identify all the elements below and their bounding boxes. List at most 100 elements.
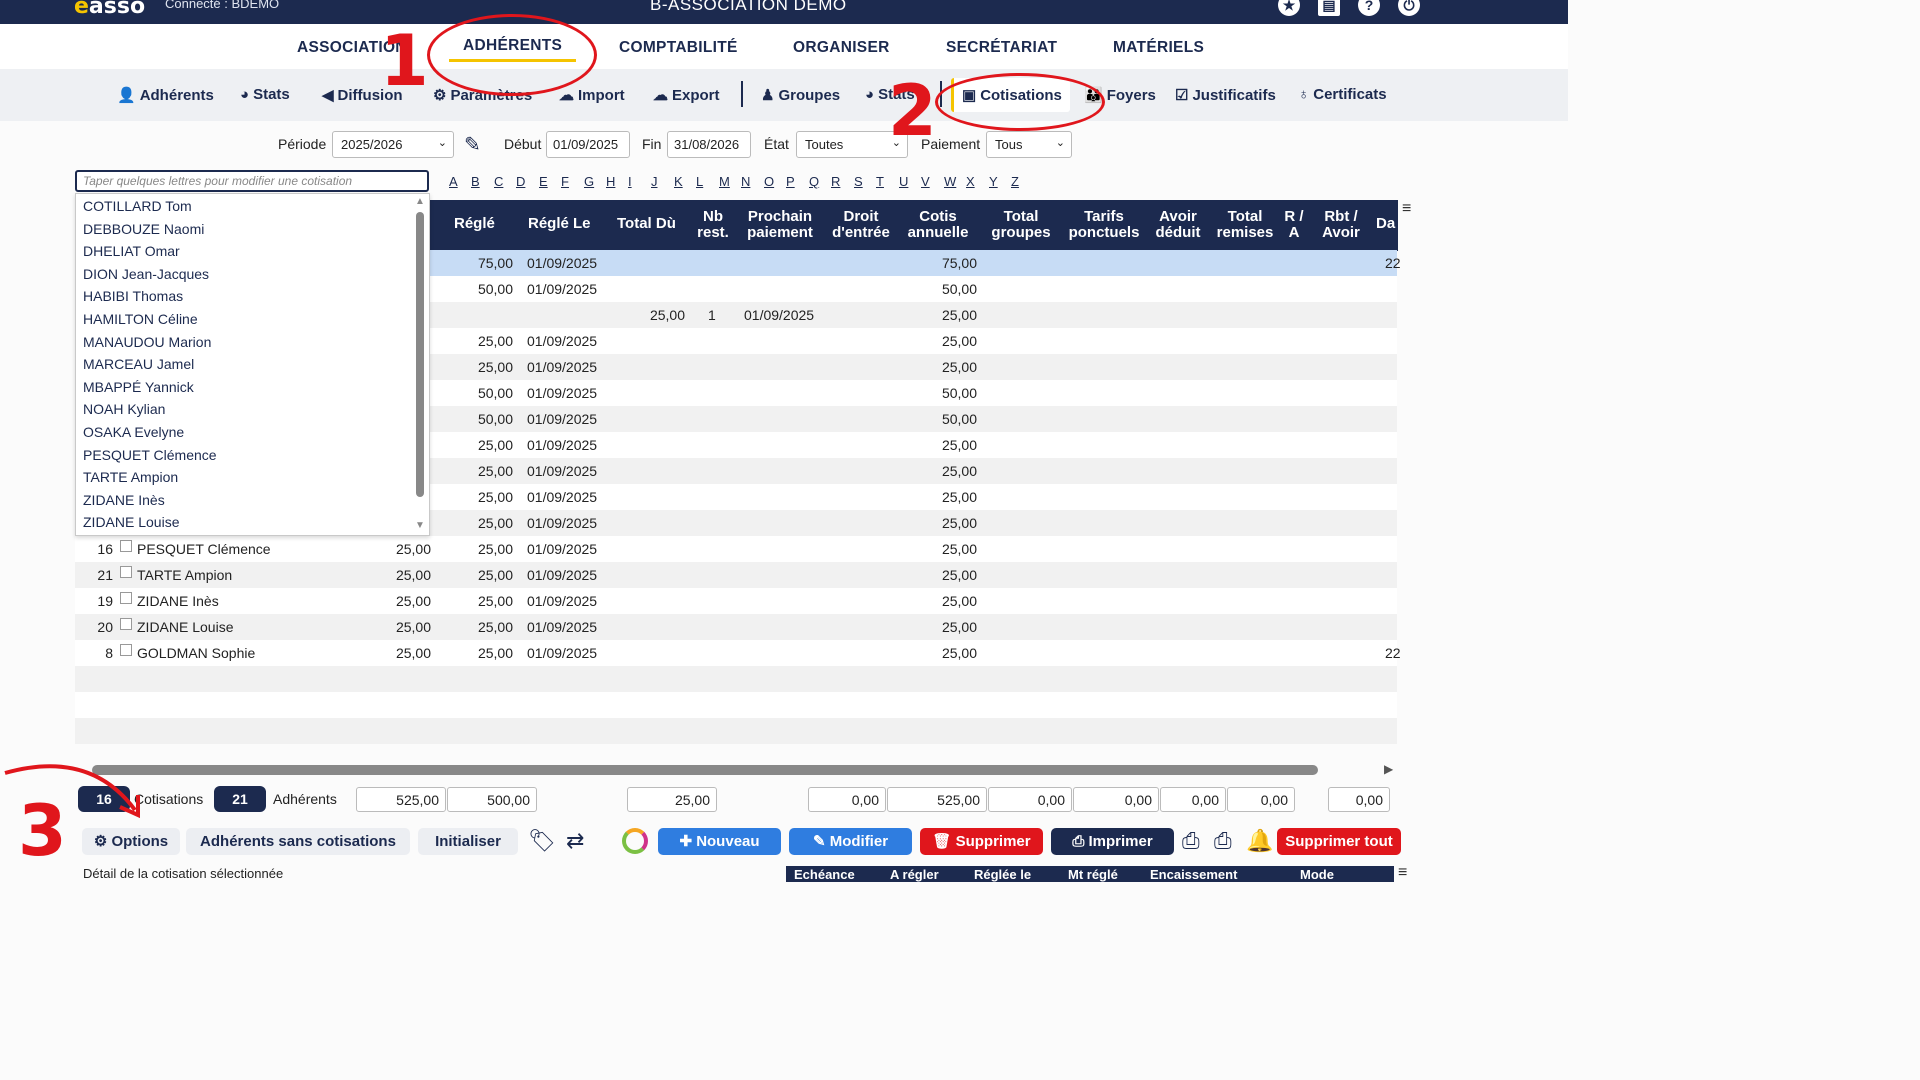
col-nb-rest[interactable]: Nb rest. — [695, 209, 731, 241]
supprimer-button[interactable]: 🗑 Supprimer — [920, 828, 1043, 855]
nav-secretariat[interactable]: SECRÉTARIAT — [946, 39, 1057, 57]
imprimer-button[interactable]: ⎙ Imprimer — [1051, 828, 1174, 855]
suggestion-item[interactable]: ZIDANE Inès — [83, 492, 165, 508]
row-checkbox[interactable] — [120, 592, 132, 604]
paiement-select[interactable]: Tous ⌄ — [986, 131, 1072, 158]
dropdown-scrollbar[interactable] — [416, 212, 424, 497]
alpha-letter[interactable]: A — [449, 174, 458, 189]
suggestion-item[interactable]: DION Jean-Jacques — [83, 266, 209, 282]
col-a-regler[interactable]: A régler — [890, 867, 939, 882]
subnav-stats[interactable]: ◕ Stats — [240, 86, 290, 103]
modifier-button[interactable]: ✎ Modifier — [789, 828, 912, 855]
row-checkbox[interactable] — [120, 540, 132, 552]
alpha-letter[interactable]: F — [561, 174, 569, 189]
table-row[interactable]: 20 ZIDANE Louise 25,00 25,00 01/09/2025 25,00 — [75, 614, 1397, 640]
alpha-letter[interactable]: J — [651, 174, 658, 189]
scroll-right-icon[interactable]: ▶ — [1384, 762, 1393, 776]
subnav-adherents[interactable]: 👤 Adhérents — [117, 86, 214, 104]
alpha-letter[interactable]: R — [831, 174, 840, 189]
suggestion-item[interactable]: OSAKA Evelyne — [83, 424, 184, 440]
col-avoir-deduit[interactable]: Avoir déduit — [1152, 209, 1204, 241]
suggestion-item[interactable]: TARTE Ampion — [83, 469, 178, 485]
alpha-letter[interactable]: L — [696, 174, 703, 189]
app-logo[interactable]: easso — [74, 0, 145, 19]
alpha-letter[interactable]: G — [584, 174, 594, 189]
tag-icon[interactable]: 🏷 — [528, 828, 556, 854]
subnav-export[interactable]: ☁ Export — [653, 86, 720, 104]
supprimer-tout-button[interactable]: Supprimer tout — [1277, 828, 1401, 855]
col-total-groupes[interactable]: Total groupes — [989, 209, 1053, 241]
alpha-letter[interactable]: Y — [989, 174, 998, 189]
alpha-letter[interactable]: C — [494, 174, 503, 189]
alpha-letter[interactable]: K — [674, 174, 683, 189]
search-input[interactable]: Taper quelques lettres pour modifier une… — [75, 170, 429, 192]
alpha-letter[interactable]: U — [899, 174, 908, 189]
col-cotis-annuelle[interactable]: Cotis annuelle — [905, 209, 971, 241]
alpha-letter[interactable]: T — [876, 174, 884, 189]
col-encaissement[interactable]: Encaissement — [1150, 867, 1237, 882]
suggestion-item[interactable]: DEBBOUZE Naomi — [83, 221, 204, 237]
nav-organiser[interactable]: ORGANISER — [793, 39, 890, 57]
alpha-letter[interactable]: P — [786, 174, 795, 189]
periode-select[interactable]: 2025/2026 ⌄ — [332, 131, 454, 158]
options-button[interactable]: ⚙ Options — [82, 828, 180, 855]
book-icon[interactable]: ▤ — [1318, 0, 1340, 16]
col-total-du[interactable]: Total Dù — [617, 216, 676, 232]
col-prochain-paiement[interactable]: Prochain paiement — [744, 209, 816, 241]
col-reglee-le[interactable]: Réglée le — [974, 867, 1031, 882]
nav-materiels[interactable]: MATÉRIELS — [1113, 39, 1204, 57]
table-row[interactable]: 8 GOLDMAN Sophie 25,00 25,00 01/09/2025 25,00… — [75, 640, 1401, 666]
print-outline-icon[interactable]: ⎙ — [1214, 828, 1232, 854]
alpha-letter[interactable]: H — [606, 174, 615, 189]
col-mode[interactable]: Mode — [1300, 867, 1334, 882]
debut-date-input[interactable]: 01/09/2025 — [546, 131, 630, 158]
suggestion-item[interactable]: MARCEAU Jamel — [83, 356, 194, 372]
suggestion-item[interactable]: PESQUET Clémence — [83, 447, 217, 463]
col-rbt-avoir[interactable]: Rbt / Avoir — [1317, 209, 1365, 241]
print-icon[interactable]: ⎙ — [1182, 828, 1200, 854]
suggestion-item[interactable]: MBAPPÉ Yannick — [83, 379, 194, 395]
col-regle-le[interactable]: Réglé Le — [528, 216, 591, 232]
alpha-letter[interactable]: M — [719, 174, 730, 189]
subnav-certificats[interactable]: ♁ Certificats — [1298, 86, 1387, 103]
suggestion-item[interactable]: HAMILTON Céline — [83, 311, 198, 327]
alpha-letter[interactable]: X — [966, 174, 975, 189]
alpha-letter[interactable]: V — [921, 174, 930, 189]
detail-menu-icon[interactable]: ≡ — [1398, 864, 1407, 882]
subnav-justificatifs[interactable]: ☑ Justificatifs — [1175, 86, 1276, 104]
row-checkbox[interactable] — [120, 618, 132, 630]
suggestion-item[interactable]: NOAH Kylian — [83, 401, 165, 417]
table-row[interactable]: 19 ZIDANE Inès 25,00 25,00 01/09/2025 25,00 — [75, 588, 1397, 614]
suggestion-item[interactable]: HABIBI Thomas — [83, 288, 183, 304]
col-da[interactable]: Da — [1376, 216, 1395, 232]
money-transfer-icon[interactable]: ⇄ — [566, 828, 584, 854]
alpha-letter[interactable]: E — [539, 174, 548, 189]
alpha-letter[interactable]: S — [854, 174, 863, 189]
scroll-down-icon[interactable]: ▼ — [415, 520, 425, 531]
alpha-letter[interactable]: I — [628, 174, 632, 189]
col-tarifs-ponctuels[interactable]: Tarifs ponctuels — [1066, 209, 1142, 241]
help-icon[interactable]: ? — [1358, 0, 1380, 16]
table-row[interactable]: 16 PESQUET Clémence 25,00 25,00 01/09/2025 25… — [75, 536, 1397, 562]
power-icon[interactable]: ⏻ — [1398, 0, 1420, 16]
row-checkbox[interactable] — [120, 566, 132, 578]
fin-date-input[interactable]: 31/08/2026 — [667, 131, 751, 158]
table-horizontal-scrollbar[interactable] — [92, 765, 1318, 775]
suggestion-item[interactable]: MANAUDOU Marion — [83, 334, 211, 350]
table-row[interactable]: 21 TARTE Ampion 25,00 25,00 01/09/2025 25,00 — [75, 562, 1397, 588]
alpha-letter[interactable]: N — [741, 174, 750, 189]
initialiser-button[interactable]: Initialiser — [418, 828, 518, 855]
color-wheel-icon[interactable] — [622, 828, 648, 854]
col-r-a[interactable]: R / A — [1282, 209, 1306, 241]
col-regle[interactable]: Réglé — [454, 216, 495, 232]
subnav-groupes[interactable]: ♟ Groupes — [761, 86, 840, 104]
star-icon[interactable]: ★ — [1278, 0, 1300, 16]
alpha-letter[interactable]: D — [516, 174, 525, 189]
adherents-sans-cotisations-button[interactable]: Adhérents sans cotisations — [186, 828, 410, 855]
alpha-letter[interactable]: W — [944, 174, 956, 189]
alpha-letter[interactable]: Q — [809, 174, 819, 189]
suggestion-item[interactable]: ZIDANE Louise — [83, 514, 179, 530]
col-total-remises[interactable]: Total remises — [1213, 209, 1277, 241]
pencil-icon[interactable]: ✎ — [464, 132, 481, 157]
col-mt-regle[interactable]: Mt réglé — [1068, 867, 1118, 882]
